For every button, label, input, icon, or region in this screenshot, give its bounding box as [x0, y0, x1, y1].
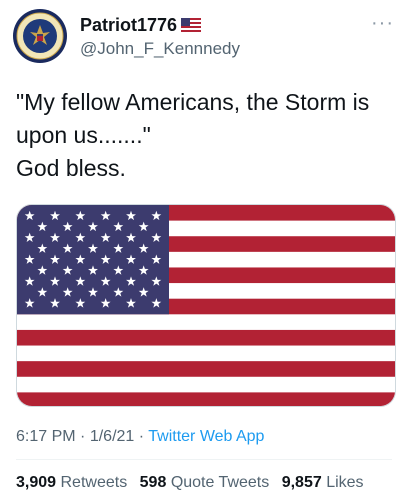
flag-stripe [17, 314, 395, 331]
quote-tweets-label: Quote Tweets [170, 474, 270, 491]
retweets-label: Retweets [60, 474, 128, 491]
meta-separator: · [80, 428, 86, 445]
quote-tweets-stat[interactable]: 598 Quote Tweets [140, 474, 270, 491]
flag-canton [17, 205, 169, 315]
display-name-row[interactable]: Patriot1776 [80, 14, 240, 36]
tweet-time[interactable]: 6:17 PM [16, 428, 76, 445]
flag-stripe [17, 345, 395, 362]
flag-stripe [17, 329, 395, 347]
display-name[interactable]: Patriot1776 [80, 14, 177, 36]
tweet-text: "My fellow Americans, the Storm is upon … [16, 89, 370, 181]
retweets-count: 3,909 [16, 474, 57, 491]
tweet-stats: 3,909 Retweets 598 Quote Tweets 9,857 Li… [16, 474, 372, 492]
retweets-stat[interactable]: 3,909 Retweets [16, 474, 127, 491]
flag-stripe [17, 392, 395, 406]
user-handle[interactable]: @John_F_Kennnedy [80, 38, 240, 60]
more-options-icon[interactable]: ··· [371, 12, 394, 35]
us-flag-icon [181, 18, 202, 32]
quote-tweets-count: 598 [139, 474, 167, 491]
flag-stripe [17, 361, 395, 378]
user-names: Patriot1776 @John_F_Kennnedy [80, 14, 240, 60]
tweet-media[interactable] [16, 204, 396, 407]
presidential-seal-icon [13, 9, 67, 63]
likes-count: 9,857 [281, 474, 322, 491]
tweet-header: Patriot1776 @John_F_Kennnedy ··· [12, 8, 396, 64]
meta-separator: · [138, 428, 145, 445]
tweet-meta: 6:17 PM · 1/6/21 · Twitter Web App [16, 428, 264, 446]
avatar[interactable] [12, 8, 68, 64]
divider [16, 459, 392, 460]
likes-stat[interactable]: 9,857 Likes [282, 474, 364, 491]
flag-stripe [17, 376, 395, 393]
likes-label: Likes [326, 474, 364, 491]
tweet-date[interactable]: 1/6/21 [90, 428, 134, 445]
us-flag-image [17, 205, 395, 406]
tweet-source-app[interactable]: Twitter Web App [148, 428, 264, 445]
